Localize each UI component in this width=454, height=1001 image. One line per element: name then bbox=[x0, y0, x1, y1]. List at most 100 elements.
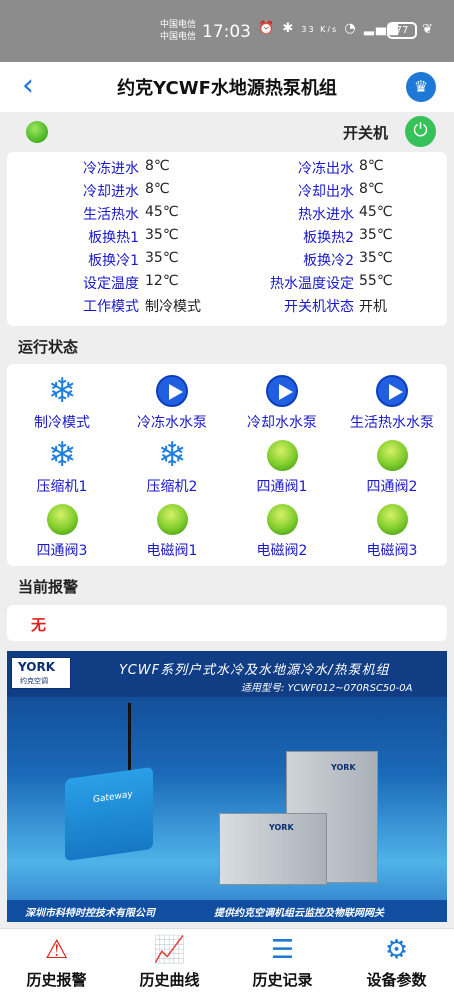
banner-model: 适用型号: YCWF012~070RSC50-0A bbox=[241, 683, 413, 694]
info-row: 板换热1 35℃ 板换热2 35℃ bbox=[7, 227, 447, 250]
status-icons: ⏰ ✱ 33 K/s ◔ ▂▄▆ bbox=[258, 21, 400, 36]
net-speed: 33 K/s bbox=[301, 25, 339, 34]
product-banner: YORK 约克空调 YCWF系列户式水冷及水地源冷水/热泵机组 适用型号: YC… bbox=[7, 651, 447, 922]
battery-icon: 77 bbox=[387, 22, 417, 39]
info-label: 冷冻出水 bbox=[298, 161, 354, 177]
info-row: 设定温度 12℃ 热水温度设定 55℃ bbox=[7, 273, 447, 296]
status-item-label: 制冷模式 bbox=[34, 415, 90, 431]
app-bar: ‹ 约克YCWF水地源热泵机组 ♛ bbox=[0, 62, 454, 112]
info-label: 生活热水 bbox=[83, 207, 139, 223]
play-icon bbox=[266, 375, 298, 407]
info-value: 12℃ bbox=[145, 273, 179, 289]
info-label: 板换热2 bbox=[303, 230, 354, 246]
carrier-info: 中国电信 中国电信 bbox=[160, 19, 196, 43]
gateway-device: Gateway bbox=[65, 766, 153, 862]
warning-icon: ⚠ bbox=[44, 935, 69, 965]
snowflake-icon: ❄ bbox=[157, 435, 187, 475]
green-dot-icon bbox=[376, 503, 408, 535]
info-label: 工作模式 bbox=[83, 299, 139, 315]
info-value: 制冷模式 bbox=[145, 299, 201, 315]
banner-footer: 深圳市科特时控技术有限公司 提供约克空调机组云监控及物联网网关 bbox=[7, 900, 447, 922]
info-label: 设定温度 bbox=[83, 276, 139, 292]
unit-logo: YORK bbox=[331, 763, 356, 772]
status-item-label: 冷冻水水泵 bbox=[137, 415, 207, 431]
status-item-label: 四通阀3 bbox=[36, 543, 88, 559]
leaf-icon: ❦ bbox=[422, 22, 433, 37]
bluetooth-icon: ✱ bbox=[282, 21, 296, 36]
page-title: 约克YCWF水地源热泵机组 bbox=[117, 78, 337, 99]
info-label: 热水进水 bbox=[298, 207, 354, 223]
green-dot-icon bbox=[376, 439, 408, 471]
info-label: 冷却出水 bbox=[298, 184, 354, 200]
alarm-card: 无 bbox=[7, 605, 447, 641]
info-value: 45℃ bbox=[359, 204, 393, 220]
power-label: 开关机 bbox=[343, 124, 389, 142]
status-bar: 中国电信 中国电信 17:03 ⏰ ✱ 33 K/s ◔ ▂▄▆ 77 ❦ bbox=[0, 0, 454, 62]
nav-history-alarm[interactable]: ⚠ 历史报警 bbox=[0, 929, 113, 1001]
nav-label: 历史报警 bbox=[26, 971, 87, 989]
info-row: 板换冷1 35℃ 板换冷2 35℃ bbox=[7, 250, 447, 273]
snowflake-icon: ❄ bbox=[47, 371, 77, 411]
alarm-title: 当前报警 bbox=[18, 578, 79, 596]
power-button[interactable]: ⏻ bbox=[405, 116, 436, 147]
run-status-grid: ❄ 制冷模式 冷冻水水泵 冷却水水泵 生活热水水泵 ❄ 压缩机1 ❄ 压缩机2 … bbox=[7, 364, 447, 566]
info-label: 板换冷2 bbox=[303, 253, 354, 269]
carrier-1: 中国电信 bbox=[160, 20, 197, 30]
unit-logo: YORK bbox=[269, 823, 294, 832]
status-item-label: 电磁阀2 bbox=[256, 543, 308, 559]
info-value: 45℃ bbox=[145, 204, 179, 220]
green-dot-icon bbox=[46, 503, 78, 535]
info-row: 生活热水 45℃ 热水进水 45℃ bbox=[7, 204, 447, 227]
status-item-solenoid-valve-1: 电磁阀1 bbox=[117, 500, 227, 560]
info-value: 35℃ bbox=[145, 250, 179, 266]
status-item-label: 压缩机2 bbox=[146, 479, 198, 495]
banner-headline: YCWF系列户式水冷及水地源冷水/热泵机组 bbox=[119, 663, 390, 678]
info-value: 35℃ bbox=[359, 227, 393, 243]
status-item-compressor-1: ❄ 压缩机1 bbox=[7, 436, 117, 496]
status-item-four-way-valve-2: 四通阀2 bbox=[337, 436, 447, 496]
nav-history-record[interactable]: ☰ 历史记录 bbox=[226, 929, 339, 1001]
status-item-label: 四通阀2 bbox=[366, 479, 418, 495]
status-item-label: 压缩机1 bbox=[36, 479, 88, 495]
nav-label: 历史记录 bbox=[252, 971, 313, 989]
info-label: 冷却进水 bbox=[83, 184, 139, 200]
status-item-solenoid-valve-3: 电磁阀3 bbox=[337, 500, 447, 560]
nav-label: 设备参数 bbox=[366, 971, 427, 989]
bottom-nav: ⚠ 历史报警 📈 历史曲线 ☰ 历史记录 ⚙ 设备参数 bbox=[0, 928, 454, 1001]
info-label: 板换热1 bbox=[88, 230, 139, 246]
status-item-label: 四通阀1 bbox=[256, 479, 308, 495]
snowflake-icon: ❄ bbox=[47, 435, 77, 475]
wifi-icon: ◔ bbox=[344, 21, 358, 36]
document-icon: ☰ bbox=[270, 935, 295, 965]
antenna-icon bbox=[128, 703, 131, 771]
green-dot-icon bbox=[266, 439, 298, 471]
info-value: 开机 bbox=[359, 299, 387, 315]
york-logo: YORK 约克空调 bbox=[11, 657, 71, 689]
status-item-four-way-valve-1: 四通阀1 bbox=[227, 436, 337, 496]
play-icon bbox=[376, 375, 408, 407]
banner-header: YORK 约克空调 YCWF系列户式水冷及水地源冷水/热泵机组 适用型号: YC… bbox=[7, 651, 447, 697]
chart-icon: 📈 bbox=[153, 935, 186, 965]
crown-icon[interactable]: ♛ bbox=[406, 72, 436, 102]
run-status-title: 运行状态 bbox=[18, 338, 79, 356]
play-icon bbox=[156, 375, 188, 407]
info-row: 冷冻进水 8℃ 冷冻出水 8℃ bbox=[7, 158, 447, 181]
york-logo-text: YORK bbox=[18, 660, 56, 674]
info-value: 35℃ bbox=[145, 227, 179, 243]
gear-icon: ⚙ bbox=[384, 935, 409, 965]
info-row: 工作模式 制冷模式 开关机状态 开机 bbox=[7, 296, 447, 319]
carrier-2: 中国电信 bbox=[160, 32, 197, 42]
info-value: 8℃ bbox=[359, 158, 384, 174]
info-label: 热水温度设定 bbox=[270, 276, 354, 292]
green-dot-icon bbox=[266, 503, 298, 535]
info-card: 冷冻进水 8℃ 冷冻出水 8℃ 冷却进水 8℃ 冷却出水 8℃ 生活热水 45℃… bbox=[7, 152, 447, 326]
info-label: 开关机状态 bbox=[284, 299, 354, 315]
run-indicator-icon bbox=[26, 121, 48, 143]
status-item-chilled-pump: 冷冻水水泵 bbox=[117, 372, 227, 432]
info-value: 55℃ bbox=[359, 273, 393, 289]
status-time: 17:03 bbox=[202, 22, 251, 42]
info-value: 35℃ bbox=[359, 250, 393, 266]
nav-device-params[interactable]: ⚙ 设备参数 bbox=[340, 929, 453, 1001]
nav-history-curve[interactable]: 📈 历史曲线 bbox=[113, 929, 226, 1001]
info-value: 8℃ bbox=[145, 158, 170, 174]
